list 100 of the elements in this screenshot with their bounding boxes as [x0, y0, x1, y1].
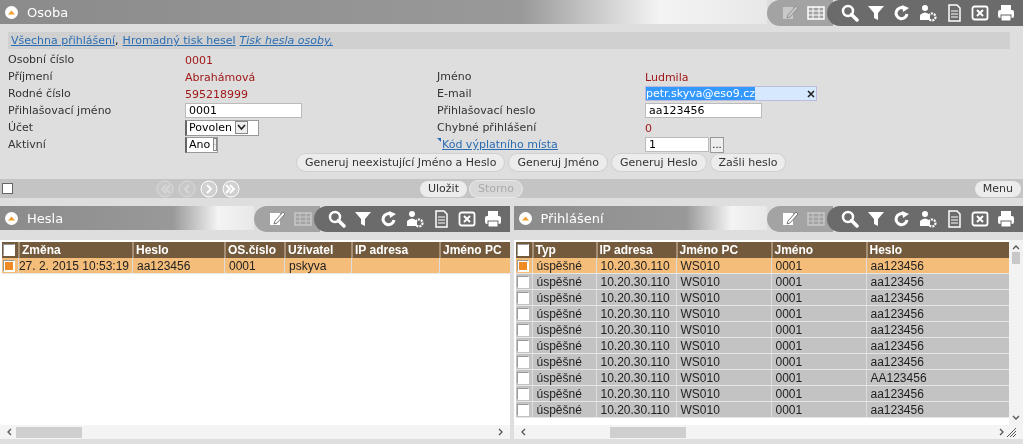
action-button[interactable]: Generuj Jméno: [509, 154, 607, 171]
table-row[interactable]: úspěšné 10.20.30.110 WS010 0001 aa123456: [515, 386, 1009, 402]
field-label-link[interactable]: Kód výplatního místa: [442, 138, 558, 151]
scrollbar-thumb[interactable]: [16, 426, 82, 438]
table-cell: 0001: [770, 274, 866, 289]
filter-icon[interactable]: [353, 210, 372, 228]
print-icon[interactable]: [997, 4, 1015, 22]
table-cell: 10.20.30.110: [595, 338, 676, 353]
dropdown[interactable]: Povolen: [185, 119, 259, 136]
checkbox[interactable]: [2, 183, 13, 194]
scroll-left-icon[interactable]: [6, 428, 12, 436]
table-cell: 0001: [770, 370, 866, 385]
spreadsheet-x-icon[interactable]: [971, 4, 989, 22]
input-field[interactable]: 0001: [185, 103, 302, 118]
field-label: Aktivní: [8, 138, 47, 151]
table-cell: 10.20.30.110: [595, 274, 676, 289]
table-row[interactable]: úspěšné 10.20.30.110 WS010 0001 AA123456: [515, 370, 1009, 386]
action-button[interactable]: Generuj Heslo: [611, 154, 706, 171]
row-checkbox[interactable]: [516, 259, 529, 272]
scroll-right-icon[interactable]: [999, 428, 1005, 436]
scroll-right-icon[interactable]: [497, 428, 504, 436]
pencil-paper-icon[interactable]: [267, 210, 286, 228]
print-icon[interactable]: [997, 210, 1015, 228]
refresh-icon[interactable]: [379, 210, 398, 228]
spreadsheet-x-icon[interactable]: [457, 210, 476, 228]
table-cell: úspěšné: [531, 258, 596, 273]
table-cell: 0001: [770, 290, 866, 305]
refresh-icon[interactable]: [893, 4, 911, 22]
table-row[interactable]: úspěšné 10.20.30.110 WS010 0001 aa123456: [515, 290, 1009, 306]
table-row[interactable]: úspěšné 10.20.30.110 WS010 0001 aa123456: [515, 338, 1009, 354]
collapse-icon[interactable]: [5, 5, 18, 19]
table-row[interactable]: úspěšné 10.20.30.110 WS010 0001 aa123456: [515, 258, 1009, 274]
scroll-up-icon[interactable]: [1012, 244, 1020, 250]
collapse-icon[interactable]: [518, 211, 532, 225]
table-cell: 10.20.30.110: [595, 322, 676, 337]
horizontal-scrollbar[interactable]: [0, 425, 510, 439]
field-value: Ludmila: [645, 70, 689, 84]
user-gear-icon[interactable]: [405, 210, 424, 228]
table-cell: 10.20.30.110: [595, 386, 676, 401]
table-cell: aa123456: [132, 258, 224, 273]
browse-button[interactable]: ...: [710, 136, 724, 153]
action-button[interactable]: Uložit: [420, 180, 467, 197]
table-cell: 0001: [770, 306, 866, 321]
field-value: 0: [645, 121, 652, 135]
table-row[interactable]: úspěšné 10.20.30.110 WS010 0001 aa123456: [515, 306, 1009, 322]
input-field[interactable]: 1: [645, 137, 709, 152]
row-checkbox[interactable]: [516, 323, 529, 336]
filter-icon[interactable]: [867, 210, 885, 228]
pencil-paper-icon[interactable]: [781, 210, 799, 228]
clear-icon[interactable]: [806, 88, 816, 99]
row-checkbox[interactable]: [516, 307, 529, 320]
table-row[interactable]: 27. 2. 2015 10:53:19 aa123456 0001 pskyva: [2, 258, 510, 274]
refresh-icon[interactable]: [893, 210, 911, 228]
row-checkbox[interactable]: [516, 403, 529, 416]
print-icon[interactable]: [483, 210, 502, 228]
select-all-checkbox[interactable]: [3, 244, 15, 256]
table-row[interactable]: úspěšné 10.20.30.110 WS010 0001 aa123456: [515, 402, 1009, 418]
table-icon[interactable]: [807, 4, 825, 22]
table-cell: pskyva: [284, 258, 351, 273]
dropdown[interactable]: Ano: [185, 136, 218, 153]
resize-grip-icon[interactable]: [1005, 426, 1017, 438]
row-checkbox[interactable]: [516, 387, 529, 400]
collapse-icon[interactable]: [5, 211, 18, 225]
table-cell: úspěšné: [531, 338, 596, 353]
table-cell: 0001: [770, 258, 866, 273]
input-field[interactable]: aa123456: [645, 103, 762, 118]
table-cell: WS010: [675, 386, 771, 401]
link[interactable]: Všechna přihlášení: [11, 34, 116, 47]
menu-button[interactable]: Menu: [974, 180, 1021, 197]
user-gear-icon[interactable]: [919, 4, 937, 22]
search-icon[interactable]: [841, 4, 859, 22]
table-row[interactable]: úspěšné 10.20.30.110 WS010 0001 aa123456: [515, 322, 1009, 338]
action-button[interactable]: Zašli heslo: [710, 154, 786, 171]
row-checkbox[interactable]: [516, 339, 529, 352]
table-cell: 0001: [770, 386, 866, 401]
user-gear-icon[interactable]: [919, 210, 937, 228]
horizontal-scrollbar[interactable]: [513, 425, 1023, 439]
table-row[interactable]: úspěšné 10.20.30.110 WS010 0001 aa123456: [515, 354, 1009, 370]
action-button[interactable]: Generuj neexistující Jméno a Heslo: [297, 154, 505, 171]
link[interactable]: Tisk hesla osoby,: [239, 34, 334, 47]
vertical-scrollbar[interactable]: [1009, 240, 1023, 425]
row-checkbox[interactable]: [3, 259, 15, 272]
scrollbar-thumb[interactable]: [1012, 252, 1020, 264]
scroll-left-icon[interactable]: [519, 428, 526, 436]
scroll-down-icon[interactable]: [1012, 415, 1020, 421]
filter-icon[interactable]: [867, 4, 885, 22]
link[interactable]: Hromadný tisk hesel: [122, 34, 236, 47]
row-checkbox[interactable]: [516, 355, 529, 368]
select-all-checkbox[interactable]: [516, 244, 529, 256]
search-icon[interactable]: [841, 210, 859, 228]
search-icon[interactable]: [327, 210, 346, 228]
row-checkbox[interactable]: [516, 291, 529, 304]
row-checkbox[interactable]: [516, 371, 529, 384]
table-cell: úspěšné: [531, 306, 596, 321]
spreadsheet-x-icon[interactable]: [971, 210, 989, 228]
table-row[interactable]: úspěšné 10.20.30.110 WS010 0001 aa123456: [515, 274, 1009, 290]
scrollbar-thumb[interactable]: [609, 426, 686, 438]
row-checkbox[interactable]: [516, 275, 529, 288]
document-icon[interactable]: [945, 210, 963, 228]
document-icon[interactable]: [945, 4, 963, 22]
